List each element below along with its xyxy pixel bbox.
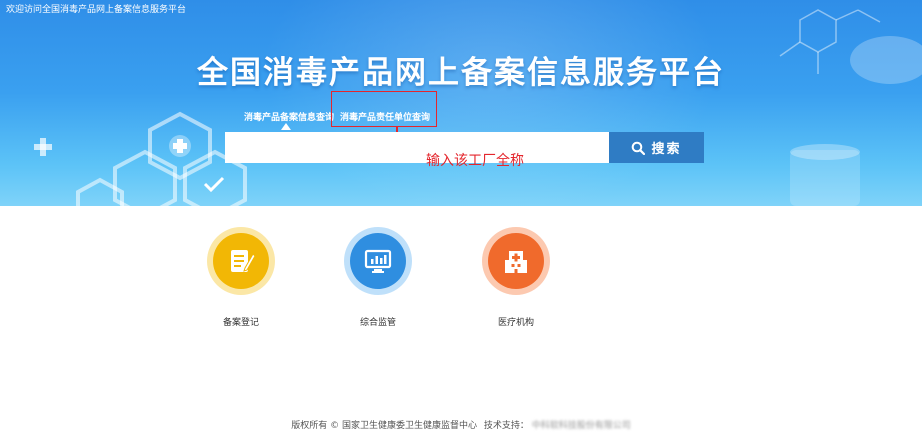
footer-copyright: 版权所有 © 国家卫生健康委卫生健康监督中心: [291, 421, 477, 431]
card-medical-label: 医疗机构: [497, 318, 534, 328]
hospital-icon: [488, 233, 544, 289]
search-icon: [632, 141, 646, 155]
card-registration-ring: [207, 227, 275, 295]
welcome-text: 欢迎访问全国消毒产品网上备案信息服务平台: [6, 5, 187, 15]
active-tab-caret-icon: [281, 123, 291, 130]
card-registration-label: 备案登记: [222, 318, 259, 328]
search-input[interactable]: [225, 132, 609, 163]
footer-support-value: 中科软科技股份有限公司: [531, 421, 631, 431]
card-medical-institution[interactable]: 医疗机构: [456, 227, 576, 332]
chemistry-decoration: [779, 9, 922, 206]
tab-product-record-query[interactable]: 消毒产品备案信息查询: [244, 110, 334, 123]
card-registration[interactable]: 备案登记: [181, 227, 301, 332]
card-supervision[interactable]: 综合监管: [318, 227, 438, 332]
registration-icon: [213, 233, 269, 289]
footer: 版权所有 © 国家卫生健康委卫生健康监督中心 技术支持： 中科软科技股份有限公司: [0, 418, 922, 431]
annotation-text: 输入该工厂全称: [426, 153, 524, 169]
header-banner: 欢迎访问全国消毒产品网上备案信息服务平台 全国消毒产品网上备案信息服务平台 消毒…: [0, 0, 922, 206]
medical-decoration: [34, 111, 247, 206]
highlight-box: [331, 91, 437, 127]
card-supervision-label: 综合监管: [359, 318, 396, 328]
search-button[interactable]: 搜索: [609, 132, 704, 163]
card-medical-ring: [482, 227, 550, 295]
monitor-icon: [350, 233, 406, 289]
card-supervision-ring: [344, 227, 412, 295]
search-button-label: 搜索: [651, 141, 682, 156]
footer-support-label: 技术支持：: [483, 421, 529, 431]
banner-glow: [260, 0, 720, 206]
page-title: 全国消毒产品网上备案信息服务平台: [197, 55, 725, 91]
